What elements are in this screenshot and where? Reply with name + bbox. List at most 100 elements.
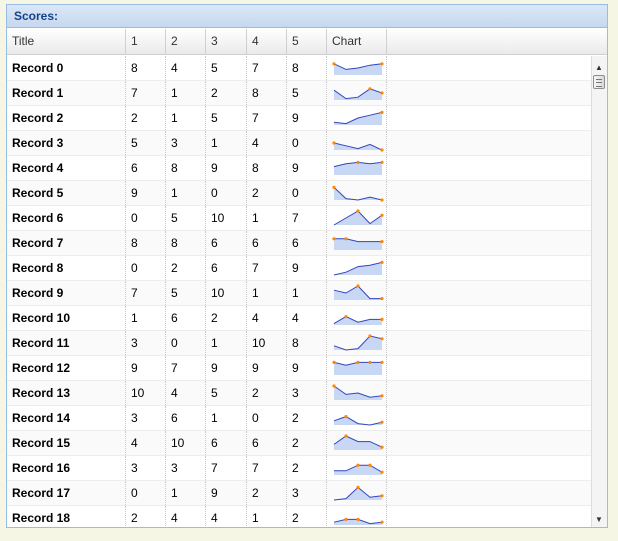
table-row[interactable]: Record 12 9 7 9 9 9 bbox=[7, 356, 591, 381]
record-title: Record 17 bbox=[7, 481, 126, 505]
score-cell-5: 3 bbox=[287, 381, 327, 405]
score-cell-5: 8 bbox=[287, 331, 327, 355]
score-cell-3: 2 bbox=[206, 81, 247, 105]
score-cell-2: 6 bbox=[166, 406, 206, 430]
sparkline-point bbox=[380, 337, 384, 341]
sparkline-cell bbox=[327, 231, 387, 255]
sparkline-point bbox=[368, 87, 372, 91]
score-cell-1: 10 bbox=[126, 381, 166, 405]
table-row[interactable]: Record 221579 bbox=[7, 106, 591, 131]
scroll-down-arrow-icon[interactable]: ▼ bbox=[595, 516, 603, 524]
column-header-5[interactable]: 5 bbox=[287, 29, 327, 54]
score-cell-4: 7 bbox=[247, 456, 287, 480]
sparkline-cell bbox=[327, 81, 387, 105]
sparkline-chart bbox=[332, 62, 384, 75]
scroll-up-arrow-icon[interactable]: ▲ bbox=[595, 64, 603, 72]
table-row[interactable]: Record 17 0 1 9 2 3 bbox=[7, 481, 591, 506]
table-row[interactable]: Record 084578 bbox=[7, 56, 591, 81]
score-cell-2: 2 bbox=[166, 256, 206, 280]
score-cell-1: 3 bbox=[126, 331, 166, 355]
column-header-title[interactable]: Title bbox=[7, 29, 126, 54]
sparkline-point bbox=[380, 470, 384, 474]
sparkline-cell bbox=[327, 481, 387, 505]
sparkline-point bbox=[380, 317, 384, 321]
score-cell-3: 1 bbox=[206, 406, 247, 430]
score-cell-3: 10 bbox=[206, 206, 247, 230]
column-header-chart[interactable]: Chart bbox=[327, 29, 387, 54]
score-cell-1: 7 bbox=[126, 81, 166, 105]
record-title: Record 0 bbox=[7, 56, 126, 80]
score-cell-5: 1 bbox=[287, 281, 327, 305]
score-cell-2: 6 bbox=[166, 306, 206, 330]
scroll-thumb[interactable] bbox=[593, 75, 605, 89]
sparkline-point bbox=[380, 394, 384, 398]
sparkline-cell bbox=[327, 56, 387, 80]
score-cell-4: 0 bbox=[247, 406, 287, 430]
table-row[interactable]: Record 468989 bbox=[7, 156, 591, 181]
table-row[interactable]: Record 11 3 0 1 10 8 bbox=[7, 331, 591, 356]
table-row[interactable]: Record 591020 bbox=[7, 181, 591, 206]
sparkline-point bbox=[380, 420, 384, 424]
sparkline-area bbox=[334, 487, 382, 500]
vertical-scrollbar[interactable]: ▲ ▼ bbox=[591, 56, 607, 527]
score-cell-1: 7 bbox=[126, 281, 166, 305]
sparkline-cell bbox=[327, 206, 387, 230]
table-row[interactable]: Record 14 3 6 1 0 2 bbox=[7, 406, 591, 431]
score-cell-3: 9 bbox=[206, 481, 247, 505]
column-header-3[interactable]: 3 bbox=[206, 29, 247, 54]
score-cell-2: 10 bbox=[166, 431, 206, 455]
sparkline-point bbox=[356, 485, 360, 489]
sparkline-cell bbox=[327, 456, 387, 480]
score-cell-5: 0 bbox=[287, 131, 327, 155]
sparkline-chart bbox=[334, 463, 384, 475]
sparkline-chart bbox=[332, 141, 384, 152]
table-row[interactable]: Record 6 0 5 10 1 7 bbox=[7, 206, 591, 231]
sparkline-point bbox=[344, 434, 348, 438]
sparkline-point bbox=[380, 91, 384, 95]
table-row[interactable]: Record 9 7 5 10 1 1 bbox=[7, 281, 591, 306]
score-cell-4: 8 bbox=[247, 81, 287, 105]
table-row[interactable]: Record 788666 bbox=[7, 231, 591, 256]
sparkline-cell bbox=[327, 406, 387, 430]
table-row[interactable]: Record 10 1 6 2 4 4 bbox=[7, 306, 591, 331]
table-row[interactable]: Record 171285 bbox=[7, 81, 591, 106]
sparkline-point bbox=[332, 384, 336, 388]
score-cell-1: 2 bbox=[126, 106, 166, 130]
sparkline-chart bbox=[332, 360, 384, 375]
score-cell-1: 0 bbox=[126, 206, 166, 230]
table-row[interactable]: Record 16 3 3 7 7 2 bbox=[7, 456, 591, 481]
column-header-1[interactable]: 1 bbox=[126, 29, 166, 54]
sparkline-chart bbox=[332, 384, 384, 400]
sparkline-chart bbox=[333, 160, 384, 175]
record-title: Record 13 bbox=[7, 381, 126, 405]
sparkline-point bbox=[380, 360, 384, 364]
score-cell-2: 1 bbox=[166, 481, 206, 505]
score-cell-3: 5 bbox=[206, 56, 247, 80]
record-title: Record 18 bbox=[7, 506, 126, 527]
sparkline-chart bbox=[333, 315, 384, 325]
sparkline-point bbox=[356, 360, 360, 364]
score-cell-5: 2 bbox=[287, 431, 327, 455]
score-cell-3: 1 bbox=[206, 131, 247, 155]
score-cell-4: 4 bbox=[247, 131, 287, 155]
table-row[interactable]: Record 353140 bbox=[7, 131, 591, 156]
score-cell-1: 9 bbox=[126, 356, 166, 380]
grid-body[interactable]: Record 0 8 4 5 7 8 Record 1 7 1 2 8 5 Record 221579R… bbox=[7, 56, 591, 527]
column-header-2[interactable]: 2 bbox=[166, 29, 206, 54]
table-row[interactable]: Record 18 2 4 4 1 2 bbox=[7, 506, 591, 527]
record-title: Record 5 bbox=[7, 181, 126, 205]
sparkline-point bbox=[380, 445, 384, 449]
score-cell-2: 4 bbox=[166, 506, 206, 527]
table-row[interactable]: Record 13 10 4 5 2 3 bbox=[7, 381, 591, 406]
record-title: Record 7 bbox=[7, 231, 126, 255]
table-row[interactable]: Record 15 4 10 6 6 2 bbox=[7, 431, 591, 456]
score-cell-4: 9 bbox=[247, 356, 287, 380]
sparkline-point bbox=[344, 315, 348, 319]
sparkline-cell bbox=[327, 281, 387, 305]
table-row[interactable]: Record 802679 bbox=[7, 256, 591, 281]
sparkline-cell bbox=[327, 181, 387, 205]
column-header-4[interactable]: 4 bbox=[247, 29, 287, 54]
record-title: Record 9 bbox=[7, 281, 126, 305]
record-title: Record 12 bbox=[7, 356, 126, 380]
score-cell-2: 3 bbox=[166, 456, 206, 480]
